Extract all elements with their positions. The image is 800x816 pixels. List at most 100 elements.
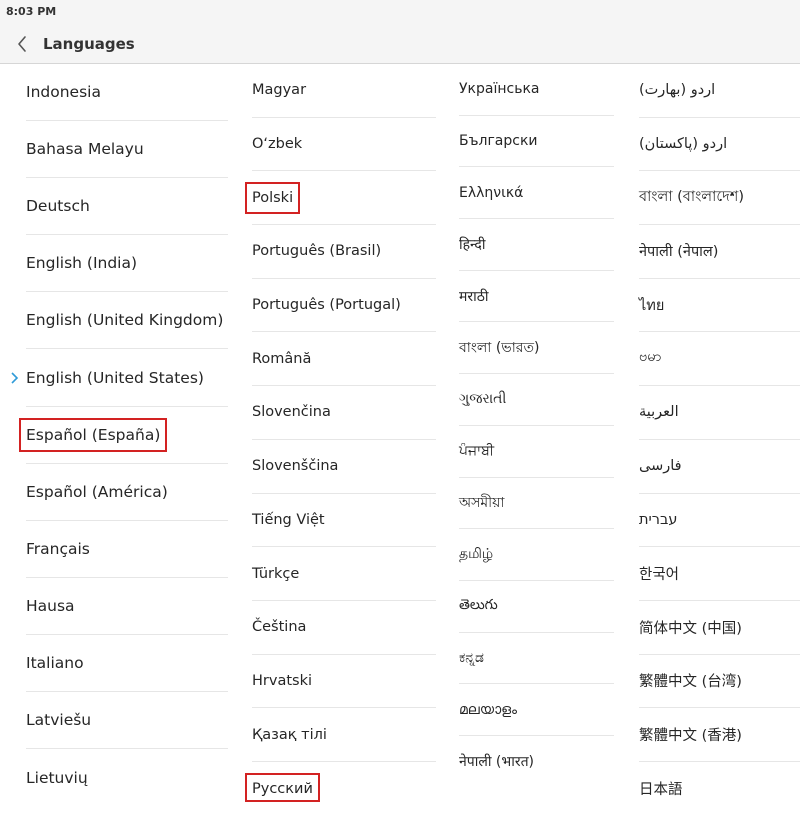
language-label: Indonesia [26,83,101,102]
language-label: English (India) [26,254,138,273]
language-item[interactable]: Português (Brasil) [252,225,436,279]
language-label: Deutsch [26,197,90,216]
language-label: Українська [459,81,540,98]
language-item[interactable]: العربية [639,386,800,440]
language-item[interactable]: 简体中文 (中国) [639,601,800,655]
language-item[interactable]: বাংলা (ভারত) [459,322,614,375]
language-item[interactable]: ဗမာ [639,332,800,387]
language-label: Ελληνικά [459,184,524,201]
language-label: नेपाली (भारत) [459,754,535,771]
language-label: ไทย [639,297,665,314]
back-button[interactable] [11,32,33,56]
language-item[interactable]: اردو (بھارت) [639,64,800,118]
language-label: 简体中文 (中国) [639,620,742,637]
language-item[interactable]: ગુજરાતી [459,374,614,426]
language-item[interactable]: অসমীয়া [459,478,614,530]
language-item[interactable]: Русский [252,762,436,816]
language-item[interactable]: Indonesia [26,64,228,122]
language-item[interactable]: Italiano [26,635,228,693]
language-item[interactable]: తెలుగు [459,581,614,633]
language-item[interactable]: فارسی [639,440,800,494]
language-item[interactable]: Ελληνικά [459,167,614,220]
language-item[interactable]: עברית [639,494,800,548]
language-item[interactable]: Polski [252,171,436,226]
language-label: Čeština [252,619,307,636]
language-item[interactable]: नेपाली (भारत) [459,736,614,788]
language-item[interactable]: English (United Kingdom) [26,292,228,350]
language-label: Русский [252,780,313,797]
language-item[interactable]: Hausa [26,578,228,635]
language-item[interactable]: Українська [459,64,614,116]
language-item[interactable]: Bahasa Melayu [26,121,228,179]
language-item[interactable]: 한국어 [639,547,800,601]
language-item[interactable]: മലയാളം [459,684,614,736]
language-label: മലയാളം [459,701,518,718]
language-label: தமிழ் [459,545,494,562]
language-item[interactable]: Português (Portugal) [252,279,436,333]
language-label: Latviešu [26,711,92,730]
language-item[interactable]: Türkçe [252,547,436,601]
language-label: ಕನ್ನಡ [459,649,484,666]
language-label: עברית [639,511,678,528]
language-item[interactable]: தமிழ் [459,529,614,581]
language-item[interactable]: English (India) [26,235,228,293]
language-item[interactable]: 繁體中文 (台湾) [639,655,800,709]
language-item[interactable]: Latviešu [26,692,228,750]
language-item[interactable]: বাংলা (বাংলাদেশ) [639,171,800,226]
language-item[interactable]: Deutsch [26,178,228,236]
language-item[interactable]: ਪੰਜਾਬੀ [459,426,614,478]
language-label: 繁體中文 (台湾) [639,674,742,691]
language-item[interactable]: 繁體中文 (香港) [639,708,800,762]
status-time: 8:03 PM [6,5,57,18]
language-item[interactable]: ไทย [639,279,800,333]
language-item[interactable]: Français [26,521,228,578]
language-label: ਪੰਜਾਬੀ [459,443,495,460]
language-label: Hausa [26,596,75,615]
language-label: العربية [639,404,679,421]
language-item[interactable]: Čeština [252,601,436,655]
language-label: Hrvatski [252,672,312,689]
language-label: অসমীয়া [459,494,505,511]
status-bar: 8:03 PM [0,0,800,26]
language-label: O‘zbek [252,136,303,153]
language-item[interactable]: Hrvatski [252,655,436,709]
language-label: বাংলা (বাংলাদেশ) [639,188,744,205]
language-item[interactable]: Tiếng Việt [252,494,436,548]
header-bar: Languages [0,26,800,64]
language-label: Português (Portugal) [252,297,401,314]
language-label: বাংলা (ভারত) [459,339,540,356]
language-item[interactable]: मराठी [459,271,614,323]
language-item[interactable]: Español (España) [26,407,228,464]
language-label: Français [26,539,90,558]
chevron-right-icon [11,371,19,384]
language-item[interactable]: Български [459,116,614,168]
language-label: 日本語 [639,782,683,799]
language-label: Español (España) [26,425,161,444]
language-label: Türkçe [252,565,300,582]
language-item[interactable]: Română [252,332,436,387]
language-item[interactable]: Magyar [252,64,436,118]
language-label: हिन्दी [459,236,486,253]
language-item[interactable]: नेपाली (नेपाल) [639,225,800,279]
language-item[interactable]: Slovenščina [252,440,436,494]
language-item[interactable]: 日本語 [639,762,800,816]
language-item[interactable]: اردو (پاکستان) [639,118,800,172]
language-item[interactable]: हिन्दी [459,219,614,271]
language-column-2: Magyar O‘zbek Polski Português (Brasil) Port… [252,64,436,816]
language-item[interactable]: Slovenčina [252,386,436,440]
language-label: नेपाली (नेपाल) [639,244,719,261]
language-item[interactable]: Lietuvių [26,749,228,806]
language-label: Slovenčina [252,404,331,421]
language-item[interactable]: Español (América) [26,464,228,521]
language-label: Қазақ тілі [252,726,327,743]
language-label: Bahasa Melayu [26,140,144,159]
language-item[interactable]: English (United States) [11,349,228,407]
language-item[interactable]: O‘zbek [252,118,436,172]
language-column-1: Indonesia Bahasa Melayu Deutsch English (In… [11,64,228,806]
page-title: Languages [43,35,135,53]
language-label: ગુજરાતી [459,391,507,408]
language-item[interactable]: Қазақ тілі [252,708,436,762]
language-label: Polski [252,189,294,206]
language-item[interactable]: ಕನ್ನಡ [459,633,614,685]
language-label: Slovenščina [252,458,339,475]
